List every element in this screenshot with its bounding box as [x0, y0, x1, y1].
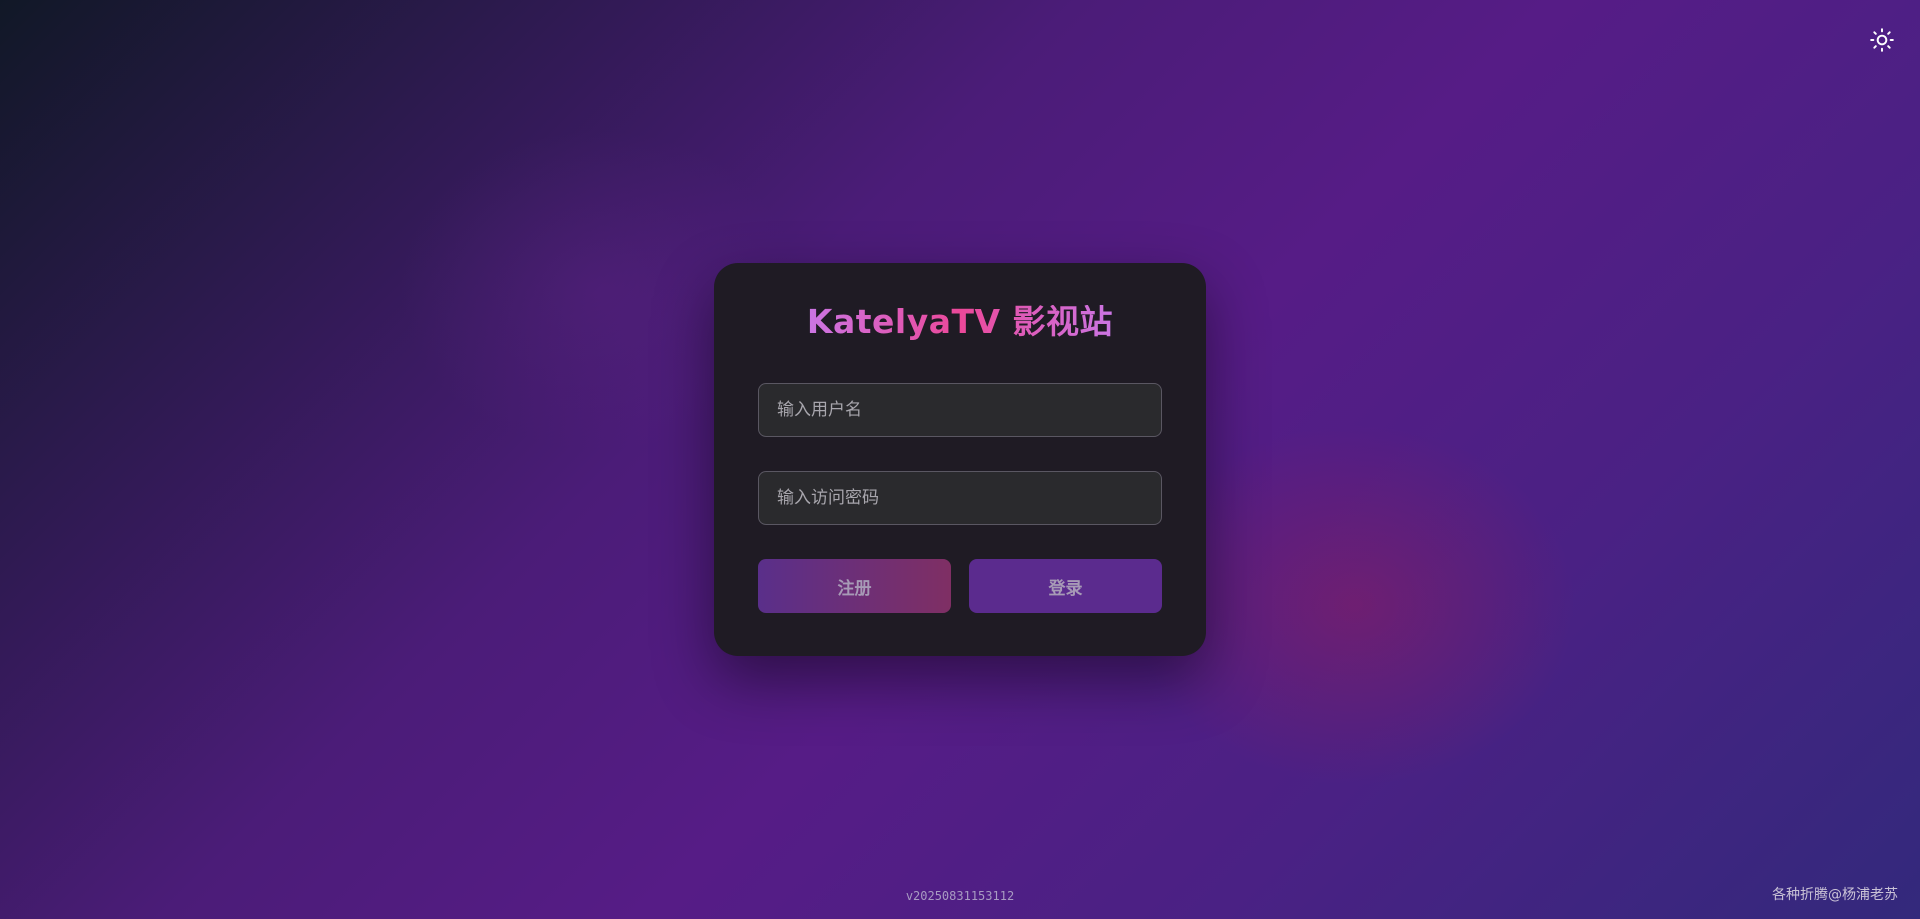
login-card: KatelyaTV 影视站 注册 登录 [714, 263, 1206, 656]
credit-text: 各种折腾@杨浦老苏 [1772, 887, 1898, 903]
sun-icon [1870, 28, 1894, 52]
register-button[interactable]: 注册 [758, 559, 951, 613]
username-input[interactable] [758, 383, 1162, 437]
theme-toggle-button[interactable] [1864, 22, 1900, 58]
version-label: v20250831153112 [905, 889, 1015, 903]
login-button[interactable]: 登录 [969, 559, 1162, 613]
site-title: KatelyaTV 影视站 [758, 305, 1162, 345]
password-input[interactable] [758, 471, 1162, 525]
form-actions: 注册 登录 [758, 559, 1162, 613]
